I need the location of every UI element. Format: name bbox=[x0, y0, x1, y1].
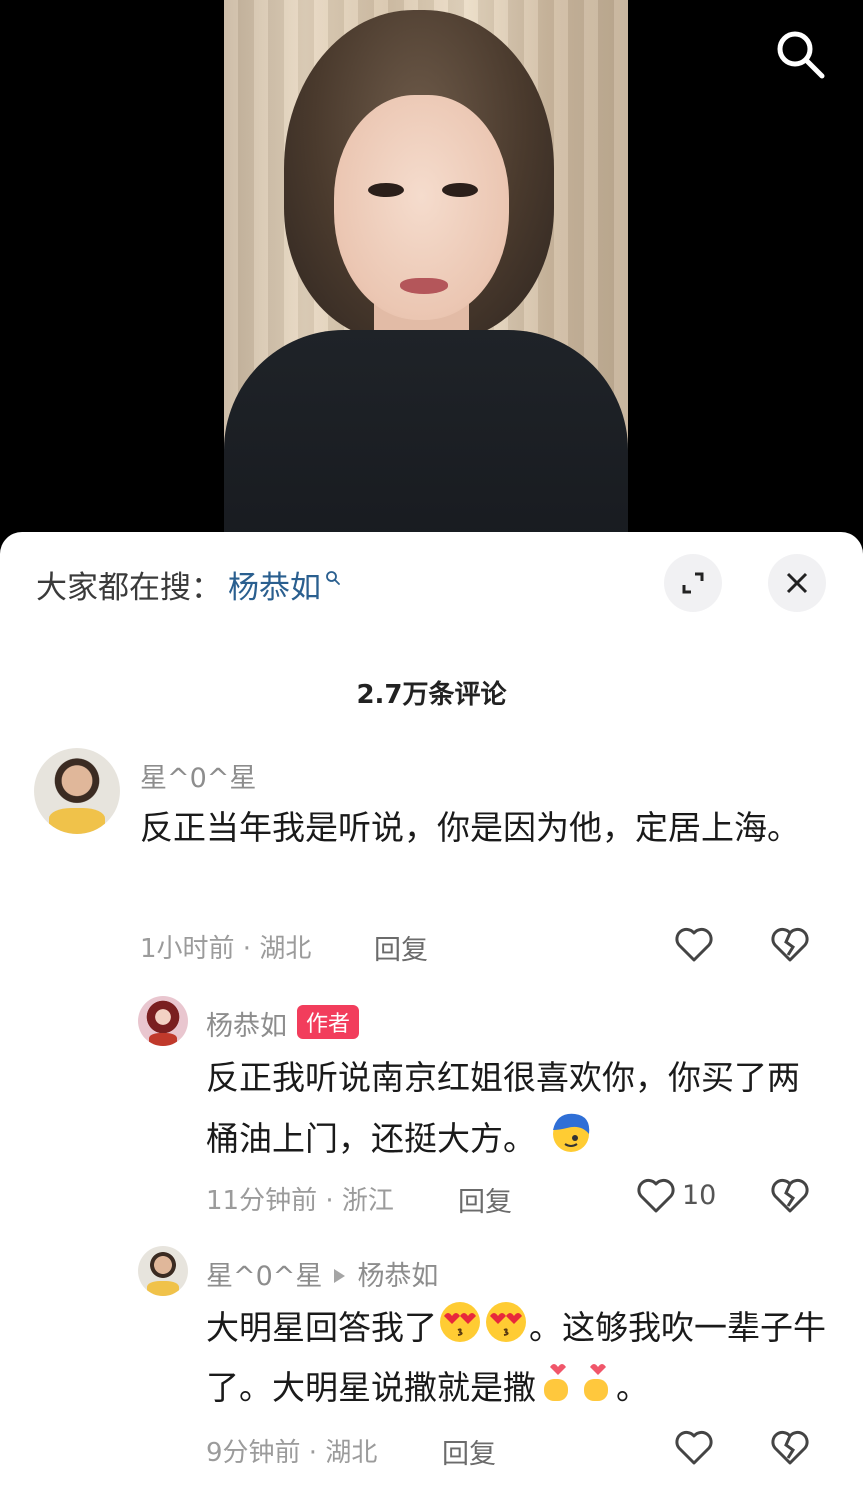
reply-button[interactable]: 回复 bbox=[442, 1432, 496, 1471]
comment-username[interactable]: 星^0^星 bbox=[140, 756, 256, 795]
author-badge: 作者 bbox=[297, 1005, 360, 1039]
finger-heart-emoji bbox=[584, 1364, 608, 1401]
lips bbox=[400, 278, 448, 294]
hot-search-prefix: 大家都在搜： bbox=[36, 570, 222, 606]
expand-icon bbox=[682, 572, 704, 594]
comment-meta: 1小时前 · 湖北 bbox=[140, 934, 312, 964]
blue-hair-emoji bbox=[552, 1113, 589, 1152]
reply-text-part-1: 大明星回答我了 bbox=[206, 1308, 437, 1347]
broken-heart-icon[interactable] bbox=[768, 922, 812, 966]
video-player[interactable] bbox=[0, 0, 863, 540]
heart-icon[interactable] bbox=[672, 1425, 716, 1469]
reply-username[interactable]: 星^0^星 bbox=[206, 1261, 322, 1292]
reply-meta: 11分钟前 · 浙江 bbox=[206, 1186, 394, 1216]
heart-icon[interactable] bbox=[672, 922, 716, 966]
avatar[interactable] bbox=[34, 748, 120, 834]
heart-eyes-emoji bbox=[486, 1302, 526, 1342]
reply-text-part-3: 。 bbox=[616, 1368, 649, 1407]
comment-count: 2.7万条评论 bbox=[356, 680, 507, 710]
person-shirt bbox=[224, 330, 628, 540]
close-button[interactable] bbox=[768, 554, 826, 612]
right-eye bbox=[442, 183, 478, 197]
reply-arrow-icon bbox=[334, 1269, 346, 1283]
reply-text-content: 反正我听说南京红姐很喜欢你，你买了两桶油上门，还挺大方。 bbox=[206, 1058, 800, 1158]
reply-text: 反正我听说南京红姐很喜欢你，你买了两桶油上门，还挺大方。 bbox=[206, 1048, 826, 1169]
avatar[interactable] bbox=[138, 996, 188, 1046]
heart-eyes-emoji bbox=[440, 1302, 480, 1342]
person-face bbox=[334, 95, 509, 320]
hot-search-bar[interactable]: 大家都在搜： 杨恭如 bbox=[36, 562, 341, 607]
broken-heart-icon[interactable] bbox=[768, 1173, 812, 1217]
comment-sheet: 大家都在搜： 杨恭如 2.7万条评论 星^0^星 反正当年我是听说，你是因为他，… bbox=[0, 532, 863, 1487]
video-frame[interactable] bbox=[224, 0, 628, 540]
reply-username-row: 杨恭如 作者 bbox=[206, 1004, 360, 1043]
hot-search-keyword[interactable]: 杨恭如 bbox=[228, 562, 321, 607]
reply-button[interactable]: 回复 bbox=[374, 928, 428, 967]
like-count: 10 bbox=[682, 1180, 717, 1211]
heart-icon[interactable] bbox=[634, 1173, 678, 1217]
search-mini-icon bbox=[326, 570, 340, 585]
expand-button[interactable] bbox=[664, 554, 722, 612]
finger-heart-emoji bbox=[544, 1364, 568, 1401]
reply-username[interactable]: 杨恭如 bbox=[206, 1011, 287, 1042]
reply-meta: 9分钟前 · 湖北 bbox=[206, 1438, 378, 1468]
close-icon bbox=[786, 572, 808, 594]
comment-text: 反正当年我是听说，你是因为他，定居上海。 bbox=[140, 808, 800, 847]
search-icon[interactable] bbox=[772, 26, 828, 82]
reply-button[interactable]: 回复 bbox=[458, 1180, 512, 1219]
reply-text: 大明星回答我了 。这够我吹一辈子牛了。大明星说撒就是撒 。 bbox=[206, 1298, 826, 1418]
reply-to-username[interactable]: 杨恭如 bbox=[357, 1261, 438, 1292]
broken-heart-icon[interactable] bbox=[768, 1425, 812, 1469]
reply-username-row: 星^0^星 杨恭如 bbox=[206, 1254, 438, 1293]
avatar[interactable] bbox=[138, 1246, 188, 1296]
left-eye bbox=[368, 183, 404, 197]
